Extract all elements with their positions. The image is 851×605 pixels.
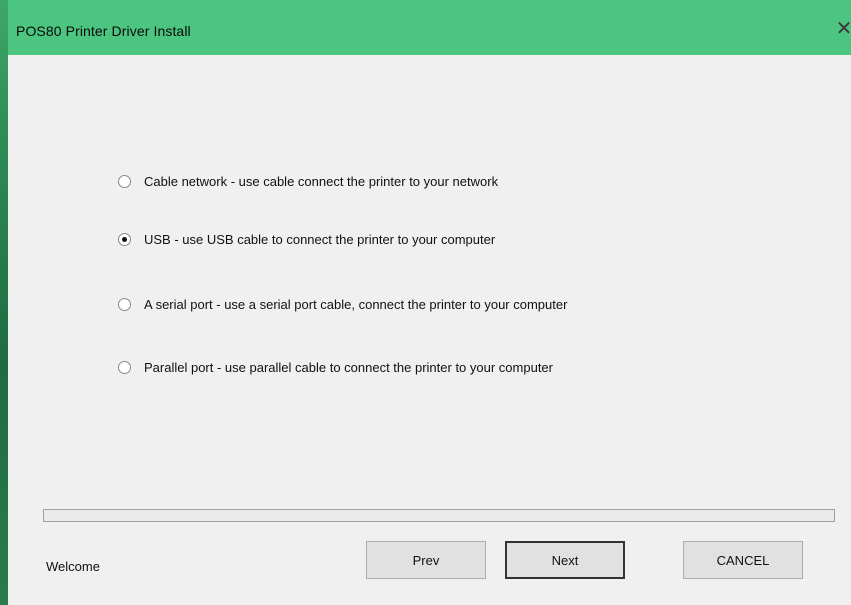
radio-button[interactable] <box>118 360 131 374</box>
prev-button[interactable]: Prev <box>366 541 486 579</box>
radio-button[interactable] <box>118 297 131 311</box>
option-label: Cable network - use cable connect the pr… <box>144 173 499 189</box>
connection-options: Cable network - use cable connect the pr… <box>8 55 851 455</box>
option-cable-network[interactable]: Cable network - use cable connect the pr… <box>118 171 498 191</box>
window-left-edge <box>0 0 8 605</box>
installer-window: POS80 Printer Driver Install ✕ Cable net… <box>0 0 851 605</box>
option-parallel-port[interactable]: Parallel port - use parallel cable to co… <box>118 357 553 377</box>
close-icon[interactable]: ✕ <box>831 16 851 42</box>
radio-button[interactable] <box>118 232 131 246</box>
status-text: Welcome <box>46 559 100 574</box>
radio-button[interactable] <box>118 174 131 188</box>
title-bar[interactable]: POS80 Printer Driver Install ✕ <box>8 0 851 55</box>
progress-bar <box>43 509 835 522</box>
option-usb[interactable]: USB - use USB cable to connect the print… <box>118 229 495 249</box>
window-title: POS80 Printer Driver Install <box>16 23 191 39</box>
client-area: Cable network - use cable connect the pr… <box>8 55 851 605</box>
option-label: A serial port - use a serial port cable,… <box>144 296 568 312</box>
cancel-button[interactable]: CANCEL <box>683 541 803 579</box>
option-label: USB - use USB cable to connect the print… <box>144 231 496 247</box>
option-label: Parallel port - use parallel cable to co… <box>144 359 553 375</box>
option-serial-port[interactable]: A serial port - use a serial port cable,… <box>118 294 567 314</box>
next-button[interactable]: Next <box>505 541 625 579</box>
